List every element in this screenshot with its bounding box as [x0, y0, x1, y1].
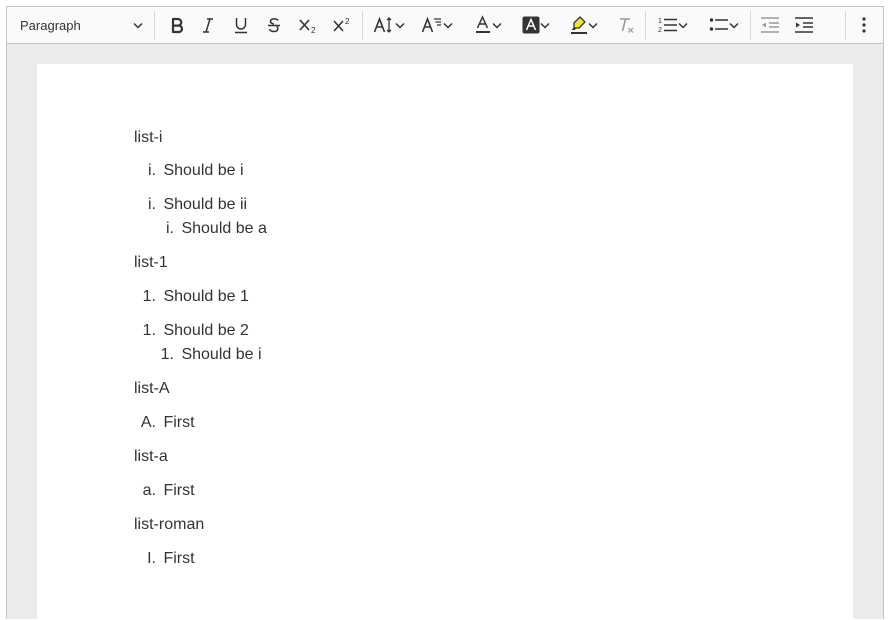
underline-button[interactable] — [226, 11, 256, 39]
superscript-icon: 2 — [332, 16, 352, 34]
strikethrough-icon — [265, 16, 283, 34]
list-item-text: First — [163, 550, 195, 567]
heading-dropdown-label: Paragraph — [20, 17, 81, 33]
rich-text-editor: Paragraph 2 2 1 2 list-i i. Should be i … — [6, 6, 884, 620]
outdent-icon — [760, 16, 780, 34]
list-marker: i. — [148, 162, 156, 179]
list-marker: i. — [166, 220, 174, 237]
numbered-list-dropdown[interactable]: 12 — [652, 11, 694, 39]
numbered-list-icon: 12 — [658, 16, 678, 34]
list-marker: a. — [142, 482, 156, 499]
list-marker: i. — [148, 196, 156, 213]
font-family-icon — [421, 16, 443, 34]
toolbar-separator — [645, 11, 646, 40]
underline-icon — [232, 16, 250, 34]
toolbar-separator — [750, 11, 751, 40]
bold-icon — [168, 16, 186, 34]
nested-list-item: 1. Should be i — [152, 345, 262, 364]
font-size-icon — [373, 16, 395, 34]
nested-list-item: i. Should be a — [152, 219, 267, 238]
toolbar-separator — [154, 11, 155, 40]
paragraph-text: list-a — [134, 448, 168, 465]
font-color-dropdown[interactable] — [468, 11, 508, 39]
list-item: I. First — [134, 549, 195, 568]
paragraph-text: list-1 — [134, 254, 168, 271]
list-item: 1. Should be 1 — [134, 287, 249, 306]
list-item: A. First — [134, 413, 195, 432]
italic-button[interactable] — [193, 11, 223, 39]
svg-text:2: 2 — [345, 17, 350, 26]
paragraph-text: list-i — [134, 129, 163, 146]
list-item: i. Should be ii — [134, 195, 247, 214]
list-item-text: Should be i — [181, 346, 262, 363]
list-item-text: Should be a — [181, 220, 267, 237]
svg-text:2: 2 — [311, 26, 316, 34]
chevron-down-icon — [443, 22, 453, 29]
font-family-dropdown[interactable] — [417, 11, 457, 39]
toolbar-separator — [845, 11, 846, 40]
paragraph: list-i — [134, 128, 162, 147]
indent-icon — [794, 16, 814, 34]
remove-format-icon — [616, 16, 636, 34]
paragraph-text: list-roman — [134, 516, 205, 533]
more-options-button[interactable] — [852, 11, 876, 39]
background-color-dropdown[interactable] — [516, 11, 556, 39]
list-item-text: Should be ii — [163, 196, 248, 213]
subscript-icon: 2 — [298, 16, 318, 34]
outdent-button[interactable] — [757, 11, 783, 39]
svg-text:2: 2 — [658, 27, 662, 34]
list-item: 1. Should be 2 — [134, 321, 249, 340]
bulleted-list-dropdown[interactable] — [703, 11, 745, 39]
subscript-button[interactable]: 2 — [293, 11, 323, 39]
chevron-down-icon — [729, 22, 739, 29]
paragraph: list-a — [134, 447, 168, 466]
list-marker: 1. — [142, 322, 156, 339]
background-color-icon — [522, 16, 540, 34]
strikethrough-button[interactable] — [259, 11, 289, 39]
bulleted-list-icon — [709, 16, 729, 34]
paragraph: list-A — [134, 379, 170, 398]
paragraph: list-1 — [134, 253, 168, 272]
highlighter-icon — [570, 15, 588, 35]
toolbar-separator — [362, 11, 363, 40]
remove-format-button[interactable] — [614, 11, 638, 39]
chevron-down-icon — [540, 22, 550, 29]
heading-dropdown[interactable]: Paragraph — [13, 11, 149, 39]
list-marker: A. — [140, 414, 156, 431]
document-page[interactable]: list-i i. Should be i i. Should be ii i.… — [37, 64, 853, 620]
list-marker: 1. — [142, 288, 156, 305]
svg-text:1: 1 — [658, 18, 662, 25]
list-item-text: Should be 2 — [163, 322, 249, 339]
chevron-down-icon — [678, 22, 688, 29]
indent-button[interactable] — [791, 11, 817, 39]
font-size-dropdown[interactable] — [369, 11, 409, 39]
chevron-down-icon — [133, 22, 143, 29]
chevron-down-icon — [492, 22, 502, 29]
list-marker: 1. — [160, 346, 174, 363]
paragraph: list-roman — [134, 515, 204, 534]
list-item-text: Should be i — [163, 162, 244, 179]
list-item-text: First — [163, 414, 195, 431]
vertical-dots-icon — [861, 16, 867, 34]
font-color-icon — [474, 15, 492, 35]
highlight-dropdown[interactable] — [564, 11, 604, 39]
italic-icon — [199, 16, 217, 34]
chevron-down-icon — [395, 22, 405, 29]
paragraph-text: list-A — [134, 380, 170, 397]
list-item-text: First — [163, 482, 195, 499]
list-item: i. Should be i — [134, 161, 244, 180]
superscript-button[interactable]: 2 — [327, 11, 357, 39]
editor-toolbar: Paragraph 2 2 1 2 — [7, 7, 883, 44]
chevron-down-icon — [588, 22, 598, 29]
bold-button[interactable] — [162, 11, 192, 39]
list-item-text: Should be 1 — [163, 288, 249, 305]
list-item: a. First — [134, 481, 195, 500]
list-marker: I. — [147, 550, 156, 567]
